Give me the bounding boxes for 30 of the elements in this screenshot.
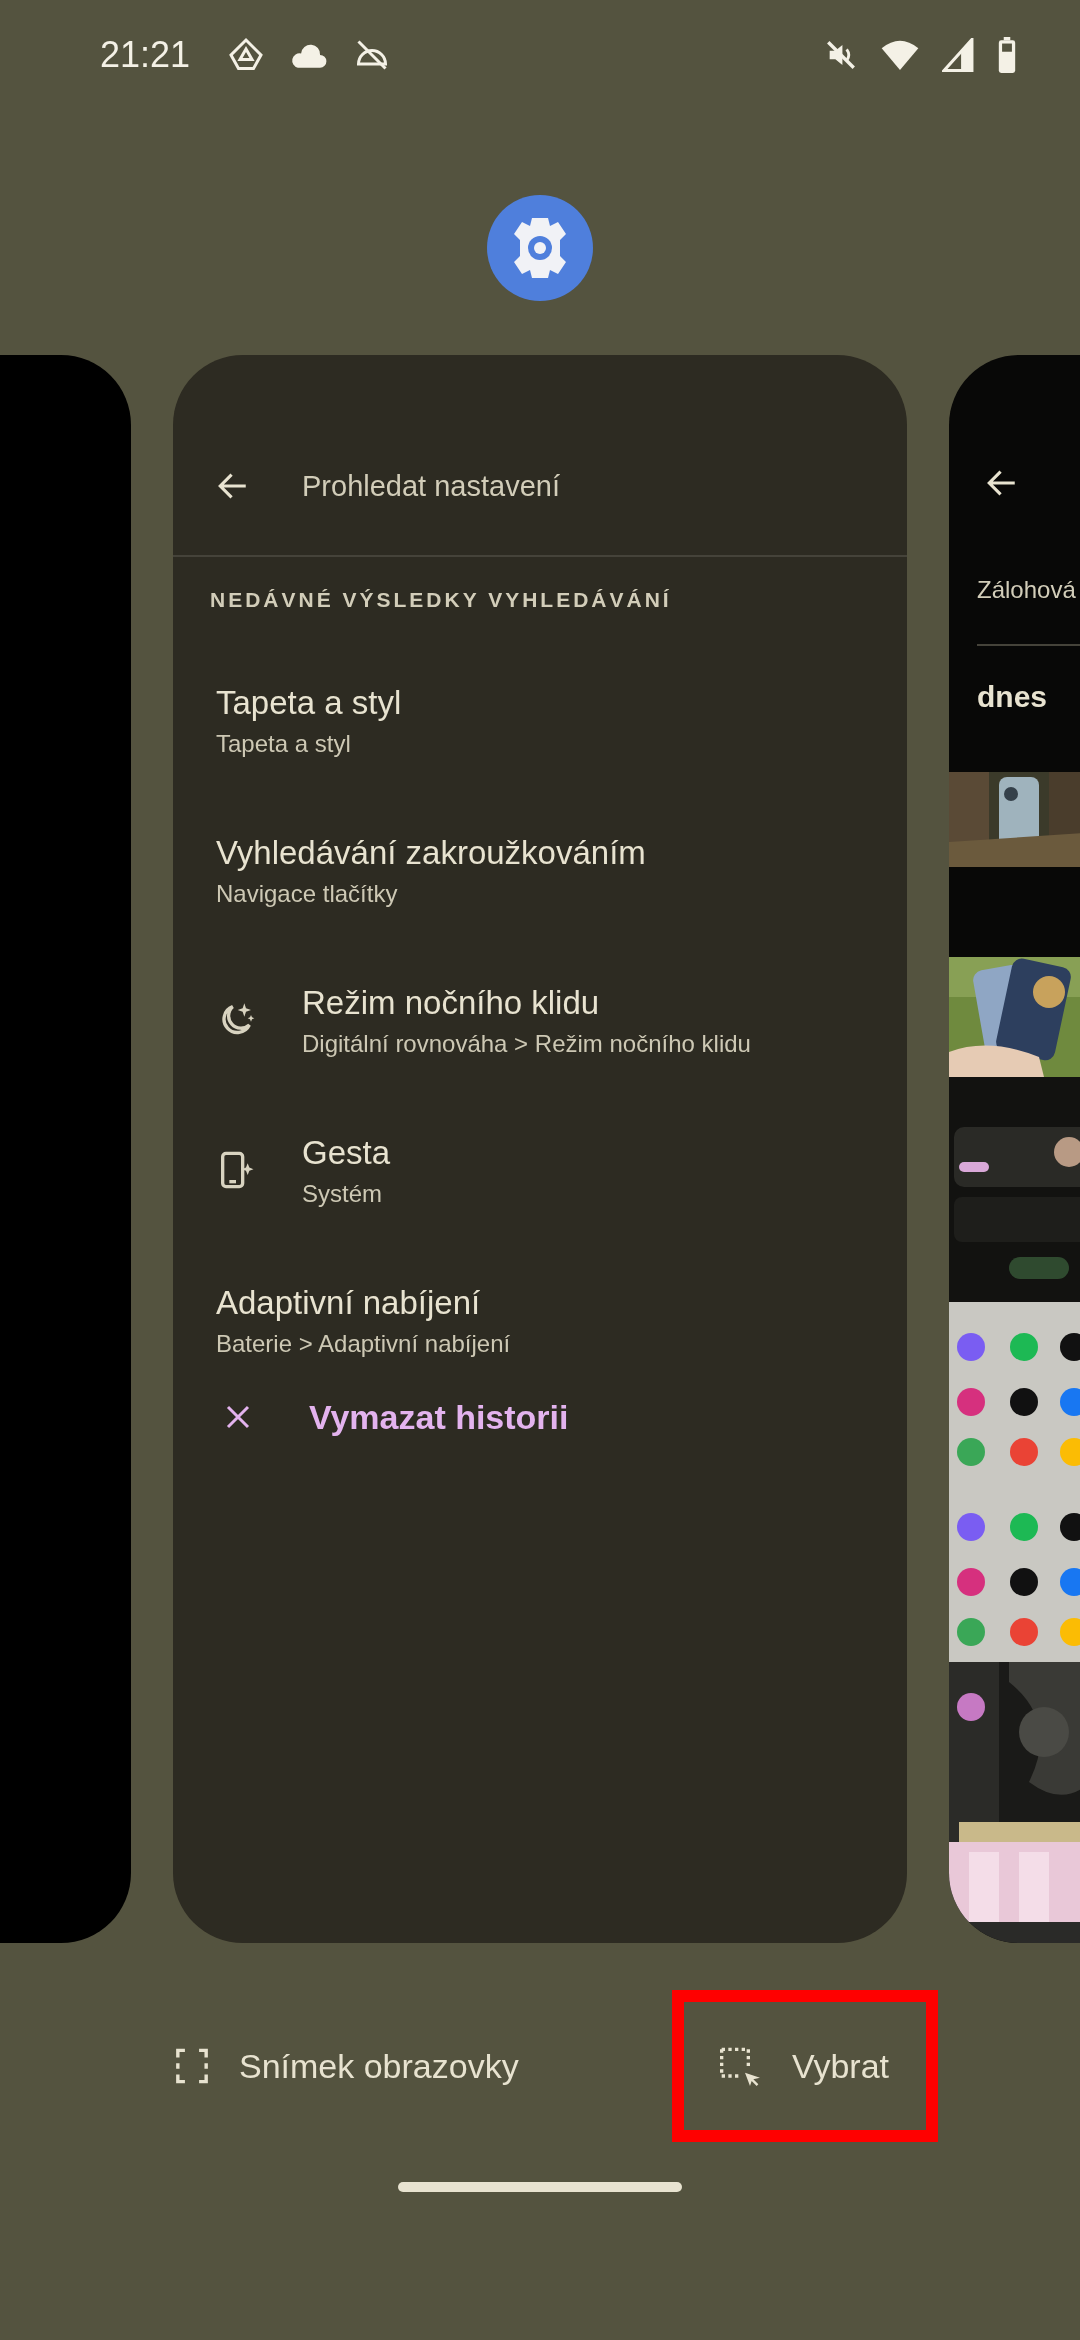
search-field[interactable]: Prohledat nastavení [302,470,782,503]
result-title: Gesta [302,1132,391,1173]
highlighted-select-button[interactable]: Vybrat [672,1990,938,2142]
signal-icon [942,38,974,72]
triangle-icon [228,37,265,73]
result-subtitle: Navigace tlačítky [216,878,399,909]
search-result[interactable]: Vyhledávání zakroužkováním Navigace tlačítky [173,795,907,945]
result-subtitle: Baterie > Adaptivní nabíjení [216,1328,511,1359]
result-subtitle: Tapeta a styl [216,728,352,759]
clear-history-button[interactable]: Vymazat historii [173,1395,569,1439]
result-title: Tapeta a styl [216,682,402,723]
result-title: Režim nočního klidu [302,982,601,1023]
battery-icon [996,37,1018,73]
action-button[interactable]: Snímek obrazovky [175,1990,551,2142]
result-title: Vyhledávání zakroužkováním [216,832,646,873]
gear-icon [487,195,593,301]
result-subtitle: Systém [302,1178,383,1209]
dotted-selection-icon [718,2046,762,2086]
search-result[interactable]: Gesta Systém [173,1095,907,1245]
wifi-icon [880,38,920,72]
result-subtitle: Digitální rovnováha > Režim nočního klidu [302,1028,751,1059]
date-header: dnes [977,679,1049,715]
tab-label[interactable]: Zálohová [977,500,1080,646]
section-header: NEDÁVNÉ VÝSLEDKY VYHLEDÁVÁNÍ [209,587,673,613]
clock-time: 21:21 [100,34,191,76]
search-result[interactable]: Adaptivní nabíjení Baterie > Adaptivní nabíjení [173,1245,907,1395]
search-result[interactable]: Tapeta a styl Tapeta a styl [173,645,907,795]
search-result[interactable]: Režim nočního klidu Digitální rovnováha > Režim nočního klidu [173,945,907,1095]
result-title: Adaptivní nabíjení [216,1282,482,1323]
screenshot-frame-icon [175,2047,209,2085]
